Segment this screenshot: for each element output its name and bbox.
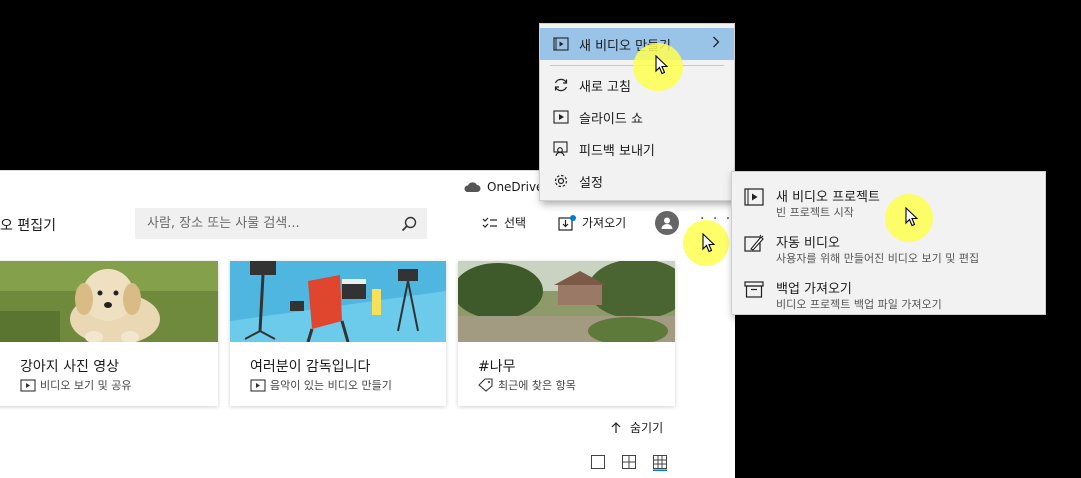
- card-title: #나무: [478, 359, 516, 375]
- mouse-cursor-icon: [702, 233, 715, 253]
- mouse-cursor-icon: [905, 207, 918, 227]
- menu-item-label: 설정: [579, 175, 603, 191]
- new-video-submenu: 새 비디오 프로젝트 빈 프로젝트 시작 자동 비디오 사용자를 위해 만들어진…: [731, 171, 1046, 315]
- video-project-icon: [744, 188, 764, 206]
- card-subtitle: 최근에 찾은 항목: [478, 377, 576, 393]
- import-button[interactable]: 가져오기: [558, 214, 626, 231]
- menu-item-slideshow[interactable]: 슬라이드 쇼: [540, 101, 734, 133]
- refresh-icon: [551, 77, 571, 93]
- card-director-video[interactable]: 여러분이 감독입니다 음악이 있는 비디오 만들기: [230, 261, 446, 406]
- menu-item-label: 새로 고침: [579, 79, 631, 95]
- hide-button[interactable]: 숨기기: [610, 419, 663, 436]
- tag-icon: [478, 378, 494, 392]
- onedrive-label: OneDrive: [487, 180, 544, 194]
- card-title: 여러분이 감독입니다: [250, 359, 371, 375]
- hide-label: 숨기기: [630, 421, 664, 435]
- menu-item-label: 피드백 보내기: [579, 143, 655, 159]
- mouse-cursor-icon: [655, 55, 668, 75]
- card-subtitle: 비디오 보기 및 공유: [20, 377, 131, 393]
- search-icon[interactable]: [401, 216, 417, 232]
- view-large-icon[interactable]: [591, 455, 605, 469]
- checklist-icon: [482, 216, 498, 230]
- arrow-up-icon: [610, 421, 622, 434]
- card-subtitle-text: 비디오 보기 및 공유: [40, 379, 132, 392]
- auto-video-icon: [744, 234, 764, 252]
- photos-app-window: OneDrive 오 편집기 선택 가져오기 · · ·: [0, 170, 735, 478]
- director-thumbnail: [230, 261, 446, 342]
- submenu-item-title: 자동 비디오: [776, 236, 840, 251]
- archive-icon: [744, 280, 764, 298]
- card-tree-search[interactable]: #나무 최근에 찾은 항목: [458, 261, 675, 406]
- menu-item-label: 슬라이드 쇼: [579, 111, 643, 127]
- puppy-thumbnail: [0, 261, 218, 342]
- select-button[interactable]: 선택: [482, 214, 526, 231]
- more-options-menu: 새 비디오 만들기 새로 고침 슬라이드 쇼 피드백 보내기 설정: [539, 23, 735, 201]
- tree-thumbnail: [458, 261, 675, 342]
- video-icon: [20, 378, 36, 392]
- card-subtitle-text: 최근에 찾은 항목: [498, 379, 576, 392]
- onedrive-status[interactable]: OneDrive: [463, 180, 543, 194]
- menu-item-settings[interactable]: 설정: [540, 165, 734, 197]
- new-video-icon: [551, 37, 571, 51]
- submenu-item-desc: 사용자를 위해 만들어진 비디오 보기 및 편집: [776, 252, 980, 265]
- avatar[interactable]: [655, 211, 679, 235]
- app-title: 오 편집기: [0, 218, 56, 234]
- menu-item-feedback[interactable]: 피드백 보내기: [540, 133, 734, 165]
- video-icon: [250, 378, 266, 392]
- card-subtitle: 음악이 있는 비디오 만들기: [250, 377, 392, 393]
- chevron-right-icon: [712, 36, 720, 48]
- view-medium-icon[interactable]: [622, 455, 636, 469]
- feedback-icon: [551, 141, 571, 157]
- submenu-item-title: 백업 가져오기: [776, 282, 852, 297]
- submenu-item-desc: 빈 프로젝트 시작: [776, 206, 854, 219]
- card-subtitle-text: 음악이 있는 비디오 만들기: [270, 379, 392, 392]
- card-puppy-video[interactable]: 강아지 사진 영상 비디오 보기 및 공유: [0, 261, 218, 406]
- card-title: 강아지 사진 영상: [20, 359, 120, 375]
- slideshow-icon: [551, 110, 571, 124]
- view-small-icon[interactable]: [653, 455, 667, 471]
- submenu-item-import-backup[interactable]: 백업 가져오기 비디오 프로젝트 백업 파일 가져오기: [732, 268, 1045, 314]
- gear-icon: [551, 173, 571, 189]
- submenu-item-title: 새 비디오 프로젝트: [776, 190, 880, 205]
- submenu-item-desc: 비디오 프로젝트 백업 파일 가져오기: [776, 298, 942, 311]
- import-icon: [558, 214, 576, 231]
- import-label: 가져오기: [582, 216, 627, 230]
- search-input[interactable]: [145, 215, 401, 232]
- cloud-icon: [463, 181, 481, 193]
- select-label: 선택: [504, 216, 527, 230]
- search-box[interactable]: [135, 208, 427, 239]
